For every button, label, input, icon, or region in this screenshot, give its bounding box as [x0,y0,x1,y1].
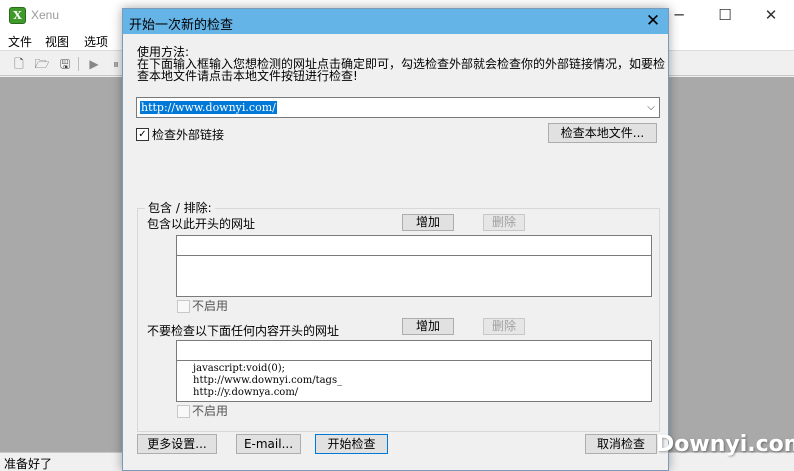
include-url-input[interactable] [176,235,652,256]
watermark-text: Downyi.com [656,432,794,457]
url-combobox[interactable]: http://www.downyi.com/ ⌵ [136,97,660,118]
open-folder-icon[interactable]: 🗁 [34,56,50,72]
run-icon[interactable]: ▶ [86,56,102,72]
exclude-url-input[interactable] [176,340,652,361]
include-exclude-group-label: 包含 / 排除: [145,202,215,215]
check-external-label[interactable]: 检查外部链接 [152,129,224,142]
toolbar-separator [78,57,79,71]
exclude-add-button[interactable]: 增加 [402,318,454,335]
menu-view[interactable]: 视图 [45,33,69,50]
list-item[interactable]: http://www.downyi.com/tags_ [193,375,342,387]
exclude-disable-checkbox[interactable] [177,405,190,418]
include-disable-checkbox[interactable] [177,300,190,313]
maximize-button[interactable]: ☐ [702,0,748,31]
list-item[interactable]: http://y.downya.com/ [193,387,298,399]
usage-instructions-line2: 查本地文件请点击本地文件按钮进行检查! [137,69,358,83]
new-check-dialog: 开始一次新的检查 ✕ 使用方法: 在下面输入框输入您想检测的网址点击确定即可，勾… [122,8,669,471]
include-disable-label: 不启用 [192,299,229,313]
email-button[interactable]: E-mail... [236,434,301,454]
exclude-url-list[interactable]: javascript:void(0); http://www.downyi.co… [176,360,652,402]
exclude-disable-label: 不启用 [192,404,229,418]
xenu-app-icon: X [9,7,26,24]
check-external-checkbox[interactable]: ✓ [136,128,149,141]
app-title: Xenu [31,8,60,22]
new-document-icon[interactable]: 🗋 [11,56,27,72]
exclude-prefix-label: 不要检查以下面任何内容开头的网址 [147,324,340,338]
menu-options[interactable]: 选项 [84,33,108,50]
more-settings-button[interactable]: 更多设置... [137,434,217,454]
close-button[interactable]: ✕ [748,0,794,31]
exclude-delete-button[interactable]: 删除 [483,318,525,335]
start-check-button[interactable]: 开始检查 [315,434,388,454]
cancel-check-button[interactable]: 取消检查 [585,434,657,454]
dialog-title: 开始一次新的检查 [129,18,234,33]
include-prefix-label: 包含以此开头的网址 [147,217,256,231]
list-item[interactable]: javascript:void(0); [193,363,285,375]
url-input-value[interactable]: http://www.downyi.com/ [140,101,277,114]
chevron-down-icon[interactable]: ⌵ [643,99,659,116]
check-local-file-button[interactable]: 检查本地文件... [548,123,657,143]
status-text: 准备好了 [4,457,53,471]
include-url-list[interactable] [176,255,652,297]
save-icon[interactable]: 🖫 [57,56,73,72]
menu-file[interactable]: 文件 [8,33,32,50]
downyi-watermark: Downyi.com [656,432,794,462]
include-delete-button[interactable]: 删除 [483,214,525,231]
include-add-button[interactable]: 增加 [402,214,454,231]
dialog-titlebar[interactable]: 开始一次新的检查 ✕ [123,9,668,34]
dialog-close-icon[interactable]: ✕ [639,9,667,34]
